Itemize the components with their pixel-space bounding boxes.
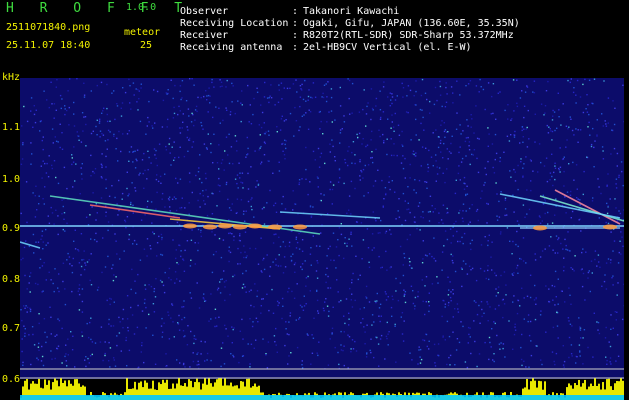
file-name: 2511071840.png [6, 22, 91, 33]
echo-blob [248, 223, 262, 229]
file-datetime: 25.11.07 18:40 [6, 40, 91, 51]
info-key-observer: Observer [180, 6, 229, 17]
y-tick-label: 1.0 [2, 174, 21, 185]
echo-blob [218, 223, 232, 229]
echo-blob [268, 224, 282, 230]
info-key-location: Receiving Location [180, 18, 289, 29]
app-version: 1.0.0 [126, 2, 157, 13]
info-value-receiver: R820T2(RTL-SDR) SDR-Sharp 53.372MHz [303, 30, 514, 41]
y-tick-label: 0.9 [2, 223, 21, 234]
echo-blob [533, 225, 547, 231]
info-key-receiver: Receiver [180, 30, 229, 41]
level-floor [20, 395, 624, 400]
y-tick-label: 1.1 [2, 122, 21, 133]
app-name: H R O F F T [6, 1, 192, 16]
y-axis-unit: kHz [2, 72, 21, 83]
meteor-count: 25 [140, 40, 153, 51]
spectrogram-canvas [20, 78, 624, 400]
y-tick-label: 0.8 [2, 274, 21, 285]
y-tick-label: 0.7 [2, 323, 21, 334]
echo-blob [183, 223, 197, 229]
echo-blob [293, 224, 307, 230]
info-sep: : [292, 6, 299, 17]
spectrogram-plot [20, 78, 624, 400]
info-sep: : [292, 30, 299, 41]
info-value-observer: Takanori Kawachi [303, 6, 400, 17]
y-tick-label: 0.6 [2, 374, 21, 385]
info-key-antenna: Receiving antenna [180, 42, 283, 53]
echo-blob [603, 224, 617, 230]
spectrogram-background [20, 78, 624, 400]
echo-blob [203, 224, 217, 230]
info-value-location: Ogaki, Gifu, JAPAN (136.60E, 35.35N) [303, 18, 520, 29]
info-sep: : [292, 42, 299, 53]
echo-blob [233, 224, 247, 230]
info-value-antenna: 2el-HB9CV Vertical (el. E-W) [303, 42, 472, 53]
info-sep: : [292, 18, 299, 29]
header-panel: H R O F F T 1.0.0 2511071840.png 25.11.0… [0, 0, 629, 76]
meteor-label: meteor [124, 27, 161, 38]
